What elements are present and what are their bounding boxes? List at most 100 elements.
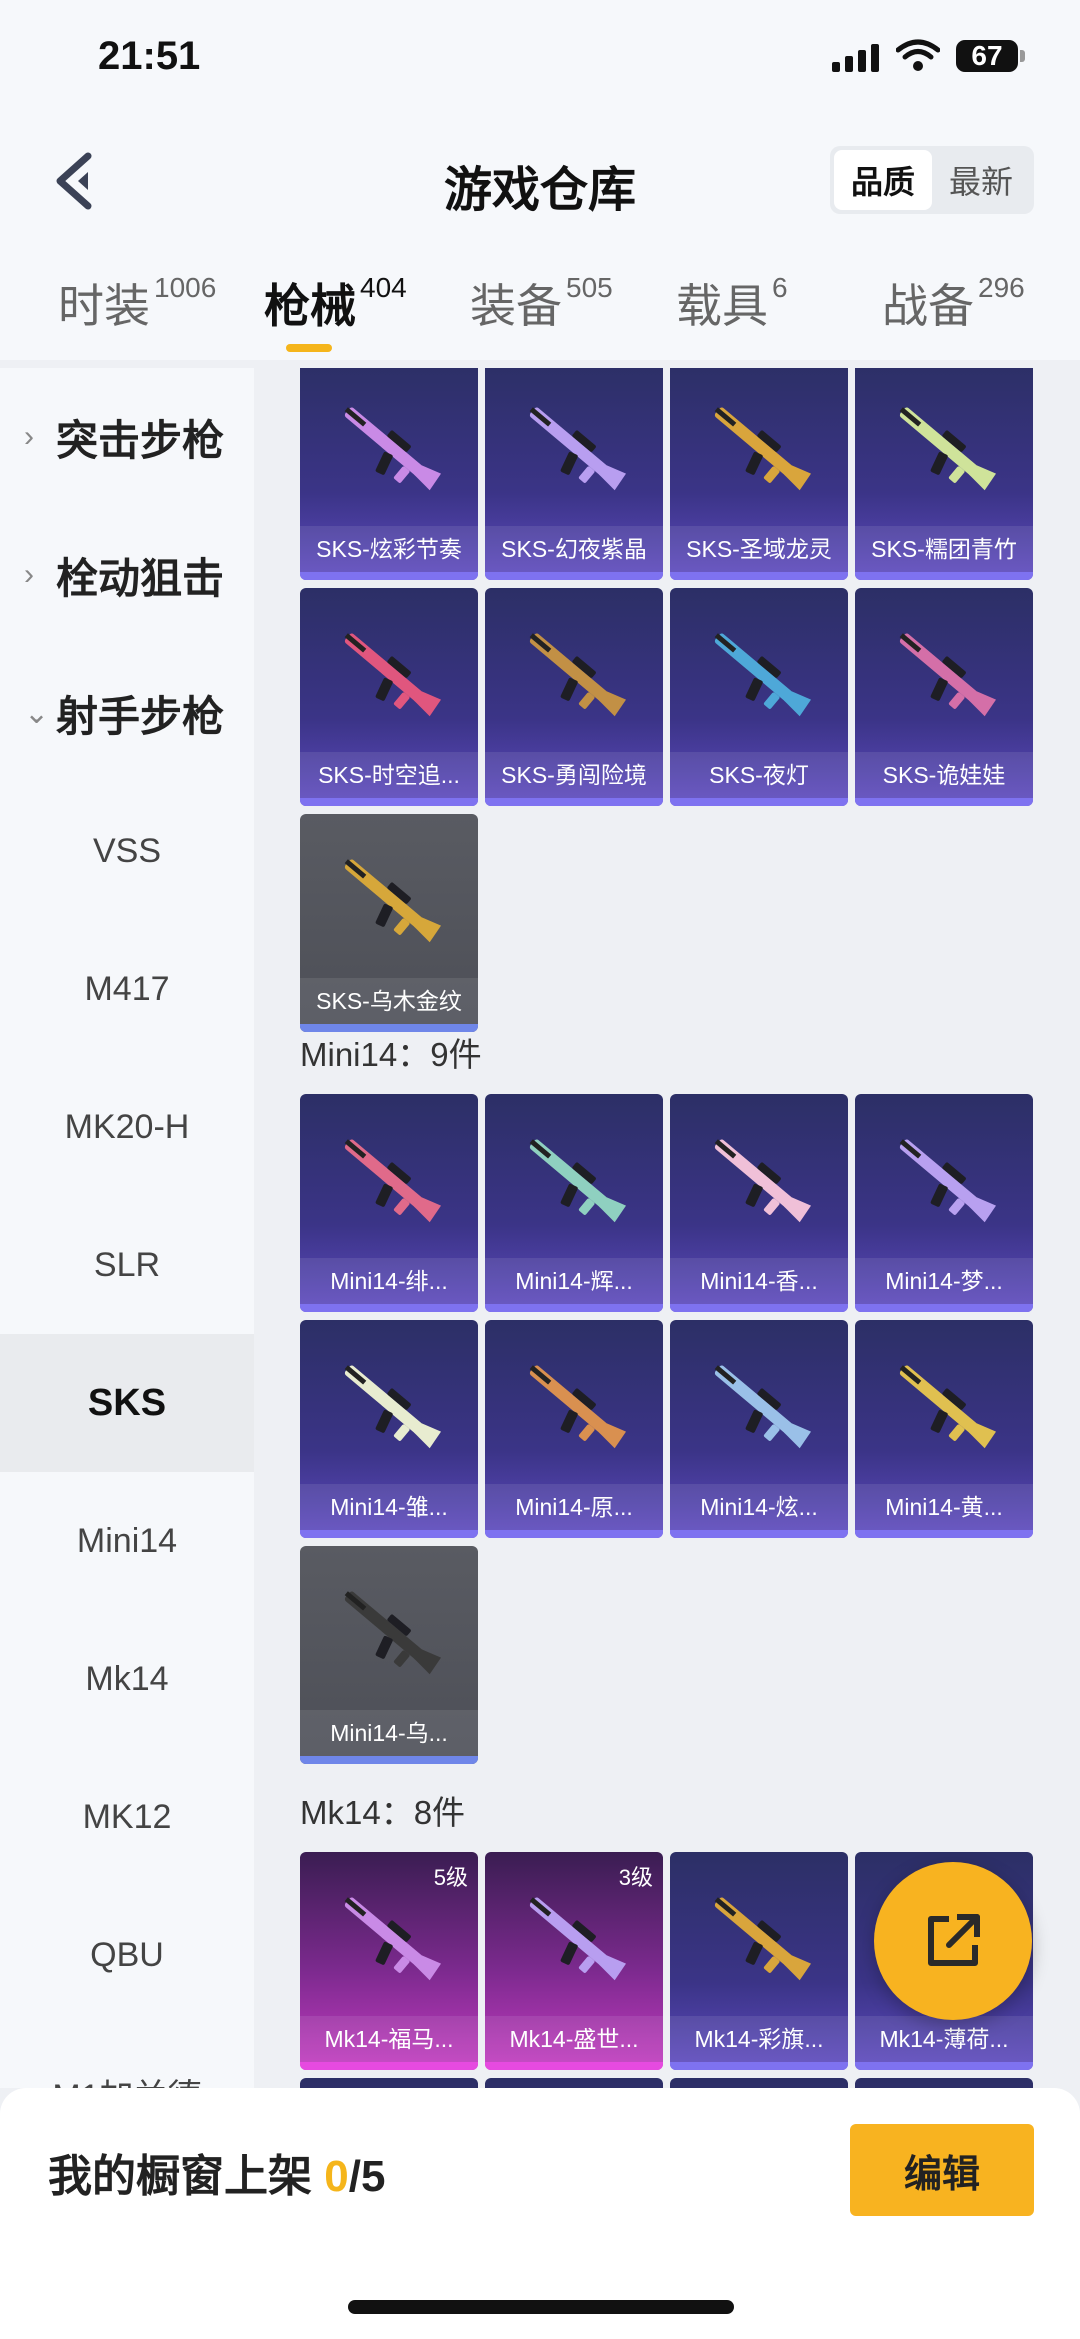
rarity-bar: [855, 1304, 1033, 1312]
rifle-icon: [344, 633, 442, 717]
sidebar-item-qbu[interactable]: QBU: [0, 1886, 254, 2024]
cellular-signal-icon: [832, 44, 879, 72]
rifle-icon: [344, 1897, 442, 1981]
rifle-icon: [714, 407, 812, 491]
weapon-card[interactable]: SKS-夜灯: [670, 588, 848, 806]
wifi-icon: [896, 39, 940, 71]
weapon-card[interactable]: Mini14-原...: [485, 1320, 663, 1538]
sidebar-item-mk12[interactable]: MK12: [0, 1748, 254, 1886]
showcase-separator: /: [348, 2152, 361, 2201]
weapon-card[interactable]: [485, 2078, 663, 2088]
sort-quality-button[interactable]: 品质: [834, 150, 932, 210]
sidebar-item-m417[interactable]: M417: [0, 920, 254, 1058]
weapon-card[interactable]: 3级 Mk14-盛世...: [485, 1852, 663, 2070]
weapon-card[interactable]: [855, 2078, 1033, 2088]
sidebar-category-bolt-sniper[interactable]: › 栓动狙击: [0, 506, 254, 644]
battery-tip: [1020, 50, 1025, 62]
rifle-icon: [714, 1139, 812, 1223]
chevron-right-icon: ›: [24, 558, 34, 591]
weapon-name: Mini14-乌...: [300, 1710, 478, 1756]
rifle-icon: [344, 1591, 442, 1675]
weapon-name: SKS-诡娃娃: [855, 752, 1033, 798]
section-title: Mk14：8件: [300, 1794, 466, 1831]
sidebar-category-assault-rifle[interactable]: › 突击步枪: [0, 368, 254, 506]
sidebar-item-m1-garand[interactable]: M1加兰德: [0, 2024, 254, 2089]
tab-count: 505: [566, 272, 613, 303]
weapon-card[interactable]: SKS-时空追...: [300, 588, 478, 806]
tab-weapons[interactable]: 枪械 404: [264, 270, 407, 336]
rifle-icon: [344, 1365, 442, 1449]
sidebar-item-mini14[interactable]: Mini14: [0, 1472, 254, 1610]
rifle-icon: [529, 1365, 627, 1449]
sidebar-category-label: 栓动狙击: [56, 554, 225, 602]
weapon-card[interactable]: Mini14-绯...: [300, 1094, 478, 1312]
weapon-card[interactable]: Mini14-乌...: [300, 1546, 478, 1764]
weapon-name: Mini14-辉...: [485, 1258, 663, 1304]
weapon-card[interactable]: [300, 2078, 478, 2088]
weapon-card[interactable]: Mk14-彩旗...: [670, 1852, 848, 2070]
tab-supplies[interactable]: 战备 296: [882, 270, 1025, 336]
weapon-card[interactable]: Mini14-香...: [670, 1094, 848, 1312]
weapon-name: Mini14-绯...: [300, 1258, 478, 1304]
weapon-name: Mk14-盛世...: [485, 2016, 663, 2062]
rifle-icon: [899, 1365, 997, 1449]
rifle-icon: [529, 633, 627, 717]
rifle-icon: [529, 407, 627, 491]
weapon-card[interactable]: Mini14-黄...: [855, 1320, 1033, 1538]
weapon-card[interactable]: Mini14-雏...: [300, 1320, 478, 1538]
weapon-name: SKS-夜灯: [670, 752, 848, 798]
sidebar-item-vss[interactable]: VSS: [0, 782, 254, 920]
weapon-name: Mini14-原...: [485, 1484, 663, 1530]
weapon-card[interactable]: 5级 Mk14-福马...: [300, 1852, 478, 2070]
weapon-card[interactable]: SKS-炫彩节奏: [300, 368, 478, 580]
rarity-bar: [300, 1756, 478, 1764]
sort-newest-button[interactable]: 最新: [932, 150, 1030, 210]
weapon-card[interactable]: SKS-糯团青竹: [855, 368, 1033, 580]
home-indicator: [348, 2300, 734, 2314]
tab-vehicles[interactable]: 载具 6: [676, 270, 788, 336]
rifle-icon: [714, 633, 812, 717]
level-badge: 3级: [618, 1865, 653, 1890]
rarity-bar: [670, 572, 848, 580]
battery-icon: 67: [956, 40, 1018, 72]
sidebar-category-label: 射手步枪: [56, 692, 225, 740]
sidebar-item-mk14[interactable]: Mk14: [0, 1610, 254, 1748]
weapon-card[interactable]: SKS-乌木金纹: [300, 814, 478, 1032]
tab-count: 6: [772, 272, 788, 303]
sidebar-item-mk20h[interactable]: MK20-H: [0, 1058, 254, 1196]
weapon-card[interactable]: Mini14-梦...: [855, 1094, 1033, 1312]
rarity-bar: [670, 2062, 848, 2070]
weapon-name: Mk14-福马...: [300, 2016, 478, 2062]
weapon-card[interactable]: SKS-勇闯险境: [485, 588, 663, 806]
rifle-icon: [344, 859, 442, 943]
rifle-icon: [899, 407, 997, 491]
weapon-card[interactable]: SKS-诡娃娃: [855, 588, 1033, 806]
sidebar-category-marksman-rifle[interactable]: ⌄ 射手步枪: [0, 644, 254, 782]
tab-equipment[interactable]: 装备 505: [470, 270, 613, 336]
rifle-icon: [529, 1139, 627, 1223]
weapon-card[interactable]: Mini14-辉...: [485, 1094, 663, 1312]
weapon-card[interactable]: Mini14-炫...: [670, 1320, 848, 1538]
weapon-card[interactable]: SKS-幻夜紫晶: [485, 368, 663, 580]
rarity-bar: [485, 798, 663, 806]
weapon-card[interactable]: [670, 2078, 848, 2088]
sort-toggle: 品质 最新: [830, 146, 1034, 214]
tab-fashion[interactable]: 时装 1006: [58, 270, 216, 336]
edit-button[interactable]: 编辑: [850, 2124, 1034, 2216]
rarity-bar: [485, 2062, 663, 2070]
sidebar-item-sks[interactable]: SKS: [0, 1334, 254, 1472]
weapon-name: SKS-乌木金纹: [300, 978, 478, 1024]
showcase-total: 5: [360, 2152, 386, 2201]
rifle-icon: [714, 1365, 812, 1449]
weapon-name: Mini14-香...: [670, 1258, 848, 1304]
weapon-name: Mini14-梦...: [855, 1258, 1033, 1304]
rarity-bar: [855, 572, 1033, 580]
weapon-name: SKS-勇闯险境: [485, 752, 663, 798]
tab-count: 404: [360, 272, 407, 303]
rarity-bar: [300, 572, 478, 580]
sidebar-item-slr[interactable]: SLR: [0, 1196, 254, 1334]
share-fab[interactable]: [874, 1862, 1032, 2020]
rarity-bar: [855, 2062, 1033, 2070]
weapon-card[interactable]: SKS-圣域龙灵: [670, 368, 848, 580]
rarity-bar: [485, 572, 663, 580]
